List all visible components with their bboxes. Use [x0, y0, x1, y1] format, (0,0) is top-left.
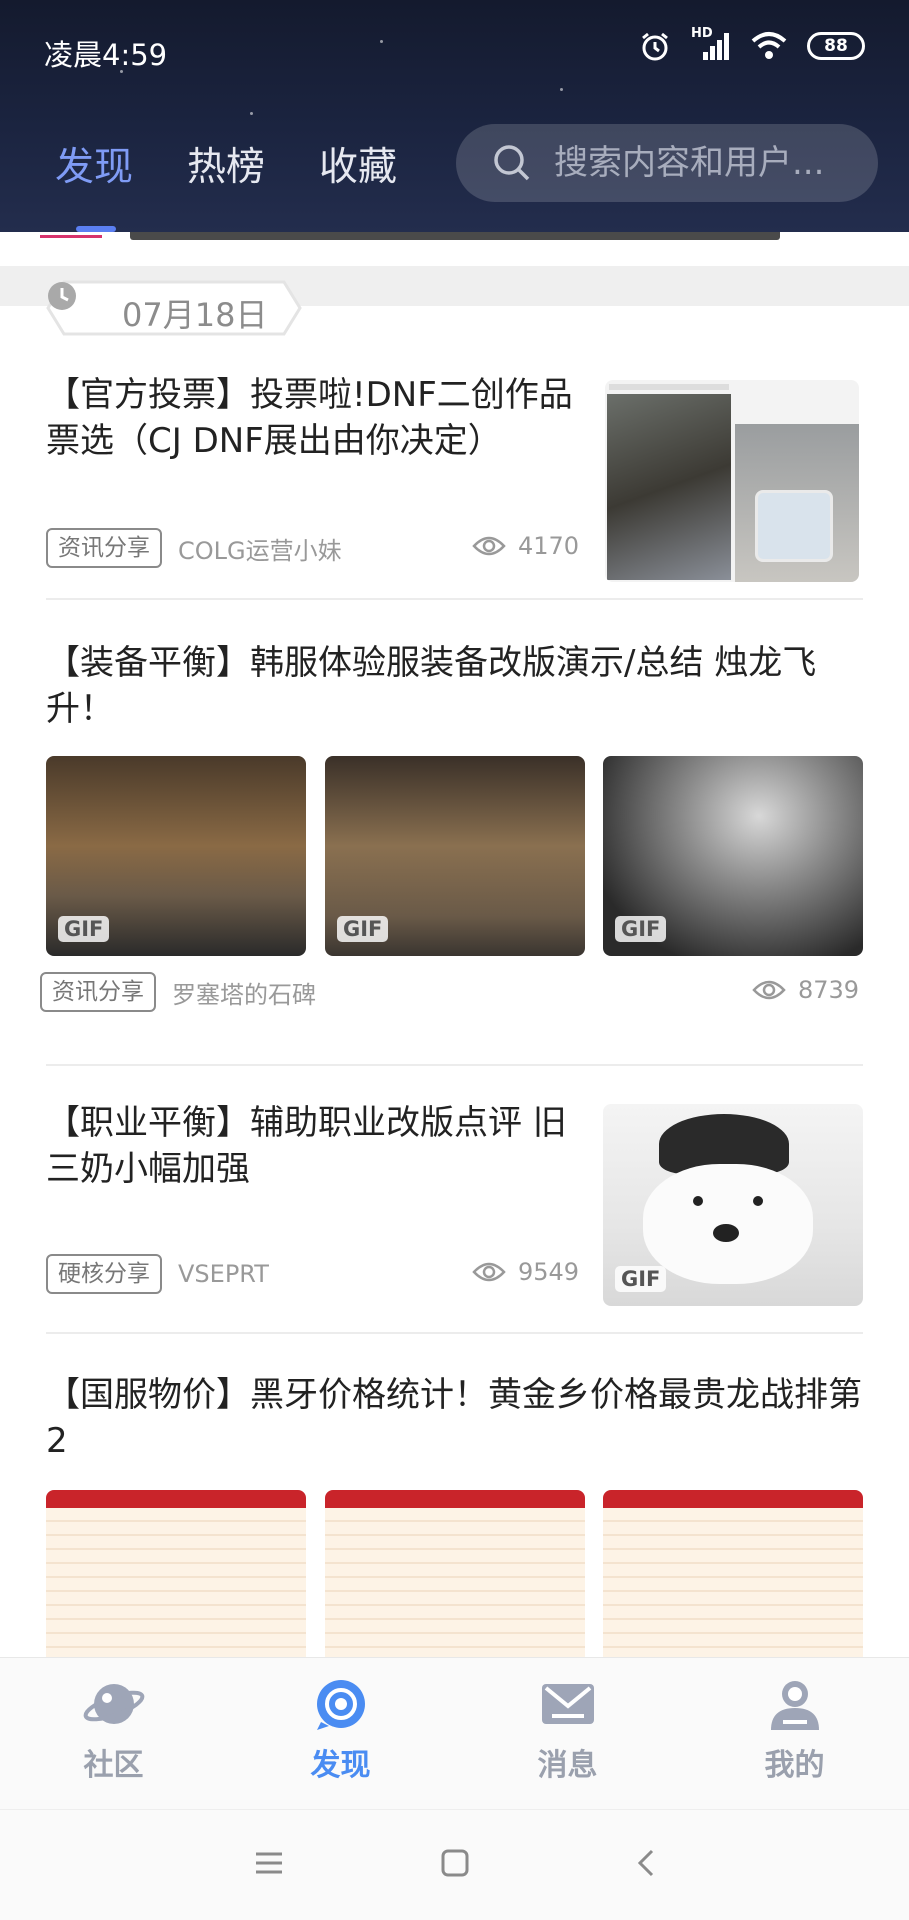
battery-level: 88 — [824, 36, 848, 56]
nav-community[interactable]: 社区 — [0, 1658, 227, 1809]
nav-profile[interactable]: 我的 — [681, 1658, 908, 1809]
feed-item[interactable]: 【官方投票】投票啦!DNF二创作品票选（CJ DNF展出由你决定） 资讯分享 C… — [0, 372, 909, 622]
clock-icon — [48, 282, 76, 310]
post-image[interactable]: GIF — [46, 756, 306, 956]
post-thumbnail[interactable] — [605, 380, 859, 582]
feed-list[interactable]: 07月18日 【官方投票】投票啦!DNF二创作品票选（CJ DNF展出由你决定）… — [0, 232, 909, 1657]
item-divider — [46, 1064, 863, 1066]
app-header: 凌晨4:59 HD 88 发现 热榜 收藏 搜索内容和用户... — [0, 0, 909, 232]
nav-label: 发现 — [310, 1748, 371, 1783]
planet-icon — [83, 1684, 144, 1724]
signal-icon: HD — [691, 26, 731, 62]
battery-indicator: 88 — [807, 32, 865, 60]
home-icon[interactable] — [440, 1848, 470, 1878]
post-image[interactable]: GIF — [603, 1104, 863, 1306]
back-icon[interactable] — [632, 1848, 662, 1878]
tab-label: 发现 — [55, 145, 134, 190]
gif-badge: GIF — [615, 1266, 667, 1292]
post-image[interactable]: GIF — [603, 756, 863, 956]
gif-badge: GIF — [337, 916, 389, 942]
item-divider — [46, 1332, 863, 1334]
menu-icon[interactable] — [254, 1848, 284, 1878]
view-count-value: 9549 — [518, 1258, 580, 1286]
search-input[interactable] — [554, 143, 874, 183]
post-title[interactable]: 【装备平衡】韩服体验服装备改版演示/总结 烛龙飞升！ — [46, 640, 863, 732]
gif-badge: GIF — [615, 916, 667, 942]
tab-discover[interactable]: 发现 — [55, 136, 134, 232]
eye-icon — [472, 1262, 506, 1282]
system-navigation-bar — [0, 1809, 909, 1920]
tab-favorites[interactable]: 收藏 — [319, 136, 397, 192]
date-header: 07月18日 — [46, 280, 302, 336]
category-tag[interactable]: 硬核分享 — [46, 1254, 162, 1294]
feed-item[interactable]: 【装备平衡】韩服体验服装备改版演示/总结 烛龙飞升！ GIF GIF GIF 资… — [0, 640, 909, 1060]
post-image[interactable] — [603, 1490, 863, 1657]
post-image[interactable]: GIF — [325, 756, 585, 956]
category-tag[interactable]: 资讯分享 — [46, 528, 162, 568]
status-icons: HD 88 — [639, 26, 865, 62]
alarm-icon — [642, 32, 668, 61]
discover-icon — [316, 1680, 365, 1730]
nav-discover[interactable]: 发现 — [227, 1658, 454, 1809]
post-meta: 资讯分享 罗塞塔的石碑 — [40, 972, 316, 1012]
nav-messages[interactable]: 消息 — [454, 1658, 681, 1809]
previous-item-title — [130, 232, 780, 240]
mail-icon — [541, 1684, 594, 1724]
search-icon — [494, 145, 530, 181]
tab-label: 收藏 — [319, 145, 398, 190]
post-meta: 硬核分享 VSEPRT — [46, 1254, 269, 1294]
nav-label: 我的 — [764, 1748, 825, 1783]
view-count: 4170 — [472, 532, 579, 560]
eye-icon — [472, 536, 506, 556]
date-label: 07月18日 — [122, 296, 268, 334]
status-bar: 凌晨4:59 HD 88 — [0, 0, 909, 100]
nav-label: 消息 — [537, 1748, 598, 1783]
profile-icon — [770, 1681, 819, 1730]
view-count-value: 4170 — [518, 532, 580, 560]
post-title[interactable]: 【职业平衡】辅助职业改版点评 旧三奶小幅加强 — [46, 1100, 576, 1192]
view-count: 8739 — [752, 976, 859, 1004]
header-star — [250, 112, 253, 115]
author-name[interactable]: COLG运营小妹 — [178, 531, 342, 566]
feed-item[interactable]: 【职业平衡】辅助职业改版点评 旧三奶小幅加强 硬核分享 VSEPRT 9549 … — [0, 1100, 909, 1350]
post-image[interactable] — [46, 1490, 306, 1657]
previous-item-remnant — [0, 232, 909, 266]
view-count: 9549 — [472, 1258, 579, 1286]
gif-badge: GIF — [58, 916, 110, 942]
item-divider — [46, 598, 863, 600]
wifi-icon — [751, 32, 787, 59]
tab-hot-list[interactable]: 热榜 — [187, 136, 265, 192]
nav-label: 社区 — [83, 1748, 144, 1783]
view-count-value: 8739 — [798, 976, 860, 1004]
post-meta: 资讯分享 COLG运营小妹 — [46, 528, 342, 568]
post-title[interactable]: 【官方投票】投票啦!DNF二创作品票选（CJ DNF展出由你决定） — [46, 372, 576, 464]
search-bar[interactable] — [456, 124, 878, 202]
eye-icon — [752, 980, 786, 1000]
status-time: 凌晨4:59 — [44, 38, 168, 72]
feed-item[interactable]: 【国服物价】黑牙价格统计！黄金乡价格最贵龙战排第2 — [0, 1372, 909, 1657]
post-image[interactable] — [325, 1490, 585, 1657]
post-title[interactable]: 【国服物价】黑牙价格统计！黄金乡价格最贵龙战排第2 — [46, 1372, 863, 1464]
top-tabs: 发现 热榜 收藏 — [55, 136, 397, 232]
bottom-nav: 社区 发现 消息 我的 — [0, 1657, 909, 1809]
author-name[interactable]: 罗塞塔的石碑 — [172, 975, 316, 1010]
previous-item-tag — [40, 232, 102, 238]
category-tag[interactable]: 资讯分享 — [40, 972, 156, 1012]
author-name[interactable]: VSEPRT — [178, 1260, 269, 1288]
tab-label: 热榜 — [187, 145, 266, 190]
